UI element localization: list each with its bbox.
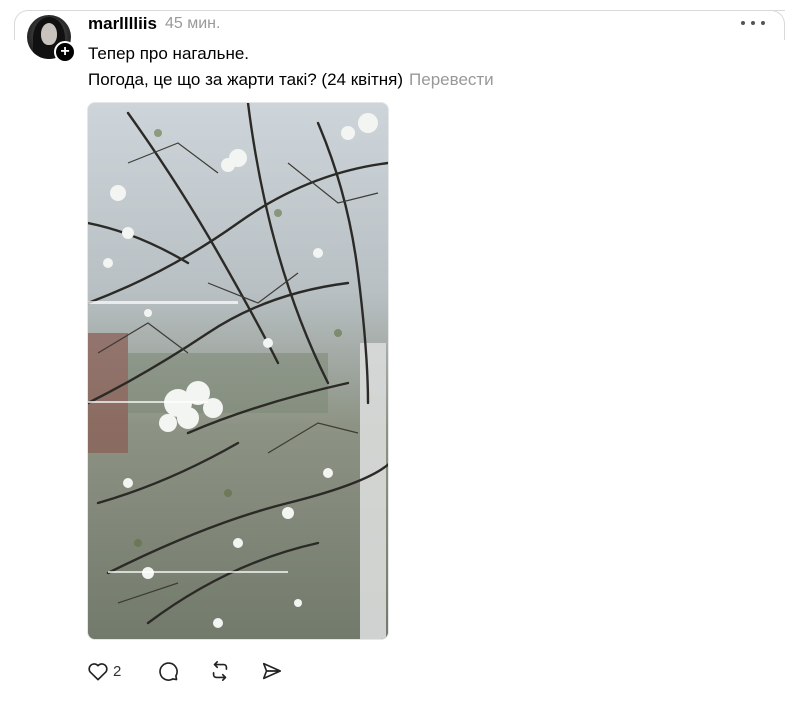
post-text-line-2-content: Погода, це що за жарти такі? (24 квітня): [88, 70, 404, 89]
comment-button[interactable]: [152, 656, 184, 686]
post-text-line-1: Тепер про нагальне.: [88, 44, 250, 63]
username[interactable]: marlllliis: [88, 14, 157, 34]
post-photo[interactable]: [87, 102, 389, 640]
share-button[interactable]: [256, 656, 288, 686]
post-card: + marlllliis 45 мин. Тепер про нагальне.…: [0, 0, 785, 701]
comment-bubble-icon: [159, 662, 178, 681]
blossom-tree-photo: [88, 103, 388, 639]
more-dot: [751, 21, 755, 25]
like-button[interactable]: 2: [87, 656, 131, 686]
post-actions: 2: [87, 656, 288, 686]
repost-button[interactable]: [204, 656, 236, 686]
timestamp[interactable]: 45 мин.: [165, 15, 220, 33]
more-dot: [761, 21, 765, 25]
more-dots-icon[interactable]: [741, 13, 765, 33]
send-icon: [262, 662, 282, 680]
repost-icon: [212, 661, 228, 681]
follow-plus-icon[interactable]: +: [54, 41, 76, 63]
post-text-line-2: Погода, це що за жарти такі? (24 квітня)…: [88, 70, 494, 90]
heart-icon: [88, 663, 108, 681]
more-dot: [741, 21, 745, 25]
avatar-face: [41, 23, 57, 45]
like-count: 2: [113, 662, 122, 680]
translate-link[interactable]: Перевести: [409, 70, 494, 89]
